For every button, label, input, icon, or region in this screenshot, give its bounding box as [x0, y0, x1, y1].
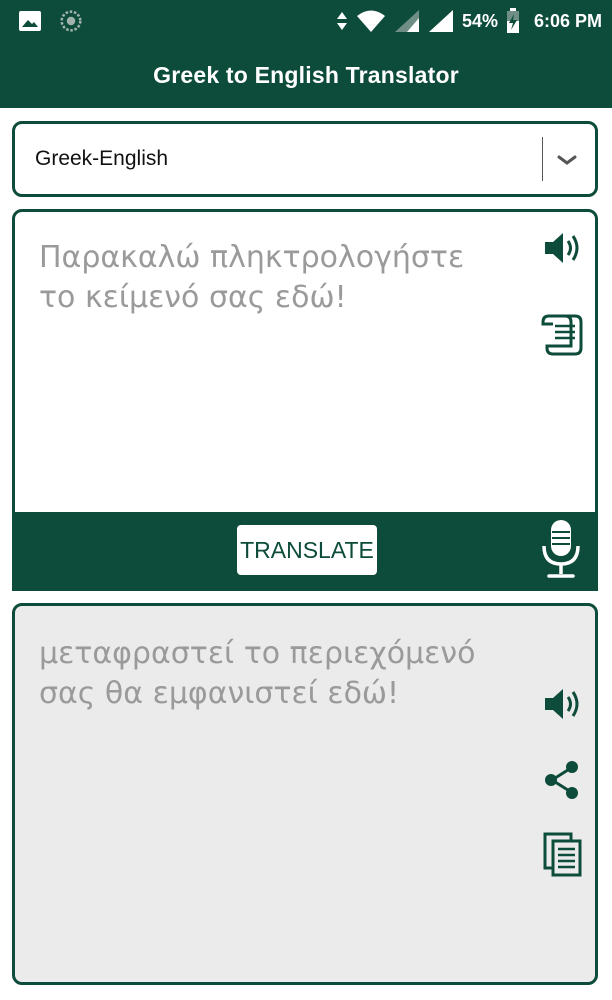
scroll-icon[interactable] — [541, 312, 585, 356]
chevron-down-icon — [557, 155, 577, 165]
language-selector[interactable]: Greek-English — [12, 121, 598, 197]
translated-text: μεταφραστεί το περιεχόμενό σας θα εμφανι… — [39, 636, 476, 711]
translate-bar: TRANSLATE — [15, 512, 595, 588]
select-divider — [542, 137, 543, 181]
output-card: μεταφραστεί το περιεχόμενό σας θα εμφανι… — [12, 603, 598, 985]
wifi-icon — [356, 10, 385, 32]
translate-button[interactable]: TRANSLATE — [237, 525, 377, 575]
gallery-icon — [19, 11, 41, 31]
share-icon[interactable] — [543, 760, 581, 800]
clock: 6:06 PM — [533, 10, 602, 31]
speaker-icon[interactable] — [543, 686, 583, 722]
app-bar: Greek to English Translator — [0, 42, 612, 108]
copy-icon[interactable] — [543, 832, 583, 878]
sync-icon — [60, 10, 82, 32]
source-text-input[interactable] — [39, 238, 509, 318]
data-arrows-icon — [336, 12, 347, 30]
microphone-icon[interactable] — [539, 518, 583, 580]
battery-percent: 54% — [461, 10, 498, 31]
battery-icon — [506, 8, 519, 33]
speaker-icon[interactable] — [543, 230, 583, 266]
input-card: TRANSLATE — [12, 209, 598, 591]
signal-icon — [394, 10, 419, 32]
signal-icon-2 — [428, 10, 453, 32]
language-selector-value: Greek-English — [35, 147, 169, 170]
status-bar: 54% 6:06 PM — [0, 0, 612, 42]
app-title: Greek to English Translator — [153, 61, 459, 88]
